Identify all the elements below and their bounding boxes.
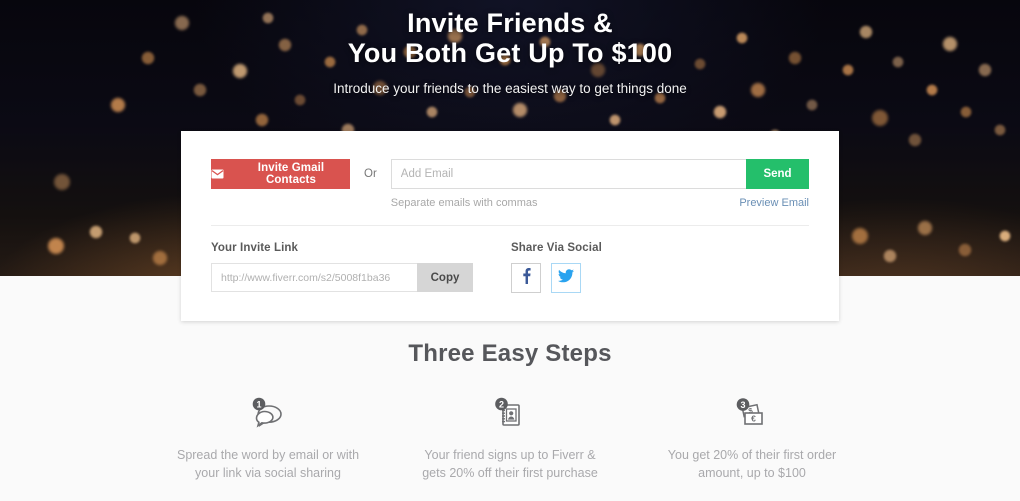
step-badge-number-2: 2: [499, 400, 504, 410]
add-email-input[interactable]: [390, 159, 746, 189]
invite-link-label: Your Invite Link: [211, 242, 299, 254]
steps-section-title: Three Easy Steps: [408, 340, 612, 367]
step-description-3-line-1: You get 20% of their first order: [667, 448, 837, 462]
invite-card-top-row: Invite Gmail Contacts Or Send Separate e…: [181, 131, 839, 209]
svg-text:€: €: [751, 413, 756, 423]
step-item-1: 1 Spread the word by email or with your …: [173, 395, 363, 482]
page-title: Invite Friends & You Both Get Up To $100: [0, 8, 1020, 68]
email-hint-text: Separate emails with commas: [390, 197, 538, 209]
envelope-icon: [211, 169, 224, 179]
step-description-3: You get 20% of their first order amount,…: [657, 446, 847, 482]
step-description-3-line-2: amount, up to $100: [698, 466, 806, 480]
invite-link-input[interactable]: [211, 263, 417, 292]
step-description-1-line-2: your link via social sharing: [195, 466, 341, 480]
step-badge-number-1: 1: [256, 400, 261, 410]
twitter-icon: [558, 268, 574, 288]
copy-link-button[interactable]: Copy: [417, 263, 473, 292]
step-description-2-line-2: gets 20% off their first purchase: [422, 466, 598, 480]
step-item-2: 2 Your friend signs up to Fiverr & gets …: [415, 395, 605, 482]
step-description-1-line-1: Spread the word by email or with: [176, 448, 360, 462]
step-description-2-line-1: Your friend signs up to Fiverr &: [424, 448, 596, 462]
email-hint-row: Separate emails with commas Preview Emai…: [391, 197, 809, 209]
invite-card-bottom-row: Your Invite Link Copy Share Via Social: [181, 226, 839, 293]
send-invites-button[interactable]: Send: [746, 159, 809, 189]
page-title-line-1: Invite Friends &: [407, 8, 613, 38]
page-subtitle: Introduce your friends to the easiest wa…: [333, 81, 687, 96]
email-input-row: Send: [390, 159, 809, 189]
share-twitter-button[interactable]: [551, 263, 581, 293]
or-separator-label: Or: [364, 168, 377, 180]
invite-gmail-contacts-button[interactable]: Invite Gmail Contacts: [211, 159, 350, 189]
step-description-1: Spread the word by email or with your li…: [173, 446, 363, 482]
preview-email-link[interactable]: Preview Email: [739, 197, 809, 209]
invite-gmail-contacts-label: Invite Gmail Contacts: [257, 162, 325, 186]
three-easy-steps-section: Three Easy Steps 1 Spread the word by em…: [0, 340, 1020, 482]
page-title-line-2: You Both Get Up To $100: [347, 38, 673, 68]
invite-link-row: Copy: [211, 263, 473, 292]
speech-bubbles-icon: 1: [173, 395, 363, 433]
email-invite-group: Send Separate emails with commas Preview…: [390, 159, 809, 209]
facebook-icon: [522, 267, 531, 289]
social-buttons-group: [511, 263, 602, 293]
step-badge-number-3: 3: [740, 400, 745, 410]
share-social-section: Share Via Social: [511, 242, 602, 293]
share-facebook-button[interactable]: [511, 263, 541, 293]
banknotes-icon: $ € 3: [657, 395, 847, 433]
share-social-label: Share Via Social: [511, 242, 602, 254]
step-description-2: Your friend signs up to Fiverr & gets 20…: [415, 446, 605, 482]
invite-card: Invite Gmail Contacts Or Send Separate e…: [181, 131, 839, 321]
step-item-3: $ € 3 You get 20% of their first order a…: [657, 395, 847, 482]
invite-link-section: Your Invite Link Copy: [211, 242, 473, 293]
hero-content: Invite Friends & You Both Get Up To $100…: [0, 0, 1020, 96]
referral-landing-page: Invite Friends & You Both Get Up To $100…: [0, 0, 1020, 501]
contact-card-icon: 2: [415, 395, 605, 433]
steps-row: 1 Spread the word by email or with your …: [0, 395, 1020, 482]
